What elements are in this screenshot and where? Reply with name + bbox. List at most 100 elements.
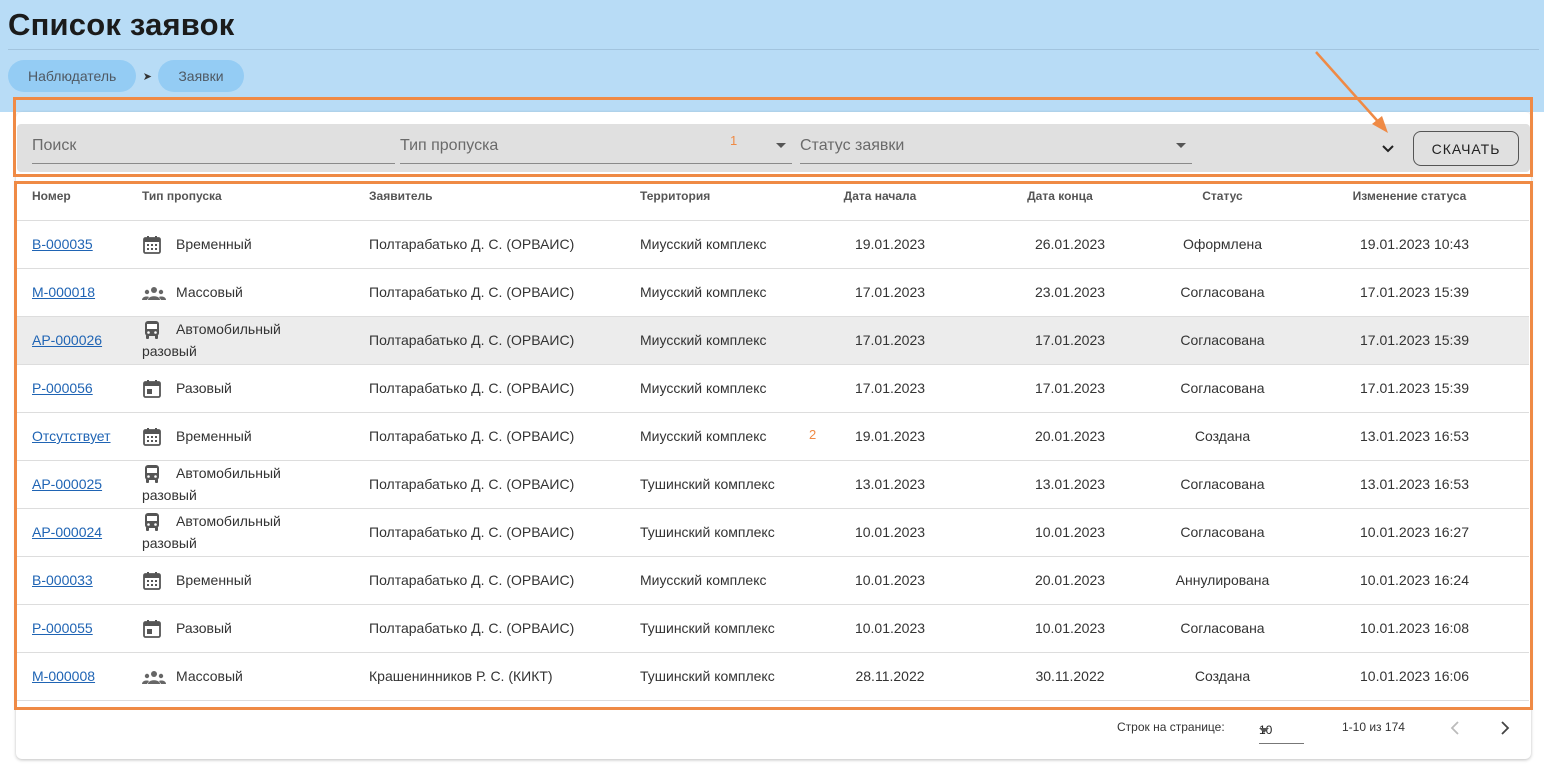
request-number-link[interactable]: В-000033 <box>32 572 93 588</box>
number-cell: М-000018 <box>17 268 127 317</box>
search-input[interactable]: Поиск <box>32 124 395 164</box>
start-date-cell: 19.01.2023 <box>795 412 965 461</box>
request-number-link[interactable]: Отсутствует <box>32 428 111 444</box>
annotation-arrow-icon <box>1315 51 1388 133</box>
status-cell: Оформлена <box>1155 220 1290 269</box>
caret-down-icon <box>776 143 786 148</box>
table-header-row: Номер Тип пропуска Заявитель Территория … <box>17 172 1529 221</box>
pass-type-cell: Автомобильный разовый <box>127 460 353 509</box>
bus-icon <box>142 512 162 532</box>
status-change-cell: 17.01.2023 15:39 <box>1290 268 1529 317</box>
status-cell: Аннулирована <box>1155 556 1290 605</box>
applicant-cell: Полтарабатько Д. С. (ОРВАИС) <box>353 412 624 461</box>
annotation-label-1: 1 <box>730 133 738 148</box>
table-row[interactable]: АР-000024 Автомобильный разовый Полтарабат… <box>17 508 1529 557</box>
territory-cell: Тушинский комплекс <box>624 604 795 653</box>
column-header-number[interactable]: Номер <box>17 172 127 221</box>
rows-per-page-select[interactable]: 10 <box>1259 716 1304 744</box>
end-date-cell: 10.01.2023 <box>965 508 1155 557</box>
chevron-right-icon: ➤ <box>142 70 152 83</box>
status-change-cell: 17.01.2023 15:39 <box>1290 316 1529 365</box>
column-header-start-date[interactable]: Дата начала <box>795 172 965 221</box>
chevron-down-icon[interactable] <box>1381 141 1395 157</box>
annotation-label-2: 2 <box>809 427 817 442</box>
status-change-cell: 13.01.2023 16:53 <box>1290 412 1529 461</box>
column-header-applicant[interactable]: Заявитель <box>353 172 624 221</box>
pass-type-label: Автомобильный разовый <box>142 464 281 504</box>
territory-cell: Тушинский комплекс <box>624 460 795 509</box>
status-change-cell: 10.01.2023 16:24 <box>1290 556 1529 605</box>
applicant-cell: Полтарабатько Д. С. (ОРВАИС) <box>353 268 624 317</box>
chevron-right-icon <box>1501 721 1510 735</box>
pass-type-label: Автомобильный разовый <box>142 512 281 552</box>
column-header-end-date[interactable]: Дата конца <box>965 172 1155 221</box>
calendar-grid-icon <box>142 571 162 591</box>
table-row[interactable]: АР-000026 Автомобильный разовый Полтарабат… <box>17 316 1529 365</box>
breadcrumb-item-requests[interactable]: Заявки <box>158 60 244 92</box>
prev-page-button[interactable] <box>1449 718 1461 744</box>
requests-table: Номер Тип пропуска Заявитель Территория … <box>17 172 1529 701</box>
pass-type-label: Автомобильный разовый <box>142 320 281 360</box>
territory-cell: Тушинский комплекс <box>624 652 795 701</box>
territory-cell: Миусский комплекс <box>624 556 795 605</box>
table-row[interactable]: М-000008 Массовый Крашенинников Р. С. (КИК… <box>17 652 1529 701</box>
column-header-status[interactable]: Статус <box>1155 172 1290 221</box>
caret-down-icon <box>1176 143 1186 148</box>
table-row[interactable]: АР-000025 Автомобильный разовый Полтарабат… <box>17 460 1529 509</box>
end-date-cell: 20.01.2023 <box>965 412 1155 461</box>
table-row[interactable]: Р-000055 Разовый Полтарабатько Д. С. (ОРВА… <box>17 604 1529 653</box>
table-row[interactable]: Р-000056 Разовый Полтарабатько Д. С. (ОРВА… <box>17 364 1529 413</box>
request-number-link[interactable]: М-000018 <box>32 284 95 300</box>
column-header-status-change[interactable]: Изменение статуса <box>1290 172 1529 221</box>
calendar-grid-icon <box>142 235 162 255</box>
pass-type-cell: Массовый <box>127 652 353 701</box>
start-date-cell: 10.01.2023 <box>795 508 965 557</box>
next-page-button[interactable] <box>1499 718 1511 744</box>
caret-down-icon <box>1259 728 1269 733</box>
number-cell: В-000035 <box>17 220 127 269</box>
start-date-cell: 28.11.2022 <box>795 652 965 701</box>
request-number-link[interactable]: Р-000055 <box>32 620 93 636</box>
number-cell: АР-000026 <box>17 316 127 365</box>
breadcrumb-item-observer[interactable]: Наблюдатель <box>8 60 137 92</box>
status-change-cell: 10.01.2023 16:27 <box>1290 508 1529 557</box>
request-number-link[interactable]: М-000008 <box>32 668 95 684</box>
column-header-territory[interactable]: Территория <box>624 172 795 221</box>
number-cell: В-000033 <box>17 556 127 605</box>
pass-type-label: Разовый <box>176 619 232 636</box>
download-button[interactable]: СКАЧАТЬ <box>1413 131 1519 166</box>
applicant-cell: Полтарабатько Д. С. (ОРВАИС) <box>353 316 624 365</box>
request-number-link[interactable]: АР-000025 <box>32 476 102 492</box>
status-cell: Согласована <box>1155 364 1290 413</box>
search-placeholder: Поиск <box>32 137 77 154</box>
request-status-select[interactable]: Статус заявки <box>800 124 1192 164</box>
applicant-cell: Полтарабатько Д. С. (ОРВАИС) <box>353 220 624 269</box>
request-number-link[interactable]: АР-000026 <box>32 332 102 348</box>
request-number-link[interactable]: Р-000056 <box>32 380 93 396</box>
table-row[interactable]: В-000035 Временный Полтарабатько Д. С. (ОР… <box>17 220 1529 269</box>
table-row[interactable]: В-000033 Временный Полтарабатько Д. С. (ОР… <box>17 556 1529 605</box>
applicant-cell: Полтарабатько Д. С. (ОРВАИС) <box>353 364 624 413</box>
status-cell: Согласована <box>1155 316 1290 365</box>
pass-type-label: Массовый <box>176 283 243 300</box>
status-cell: Согласована <box>1155 460 1290 509</box>
table-row[interactable]: Отсутствует Временный Полтарабатько Д. С. … <box>17 412 1529 461</box>
pass-type-cell: Временный <box>127 556 353 605</box>
request-number-link[interactable]: В-000035 <box>32 236 93 252</box>
bus-icon <box>142 320 162 340</box>
pass-type-cell: Автомобильный разовый <box>127 316 353 365</box>
end-date-cell: 30.11.2022 <box>965 652 1155 701</box>
pass-type-cell: Автомобильный разовый <box>127 508 353 557</box>
start-date-cell: 13.01.2023 <box>795 460 965 509</box>
status-cell: Создана <box>1155 652 1290 701</box>
pass-type-label: Разовый <box>176 379 232 396</box>
applicant-cell: Полтарабатько Д. С. (ОРВАИС) <box>353 460 624 509</box>
applicant-cell: Полтарабатько Д. С. (ОРВАИС) <box>353 508 624 557</box>
number-cell: АР-000024 <box>17 508 127 557</box>
applicant-cell: Полтарабатько Д. С. (ОРВАИС) <box>353 604 624 653</box>
request-number-link[interactable]: АР-000024 <box>32 524 102 540</box>
table-row[interactable]: М-000018 Массовый Полтарабатько Д. С. (ОРВ… <box>17 268 1529 317</box>
column-header-pass-type[interactable]: Тип пропуска <box>127 172 353 221</box>
status-cell: Согласована <box>1155 268 1290 317</box>
applicant-cell: Полтарабатько Д. С. (ОРВАИС) <box>353 556 624 605</box>
